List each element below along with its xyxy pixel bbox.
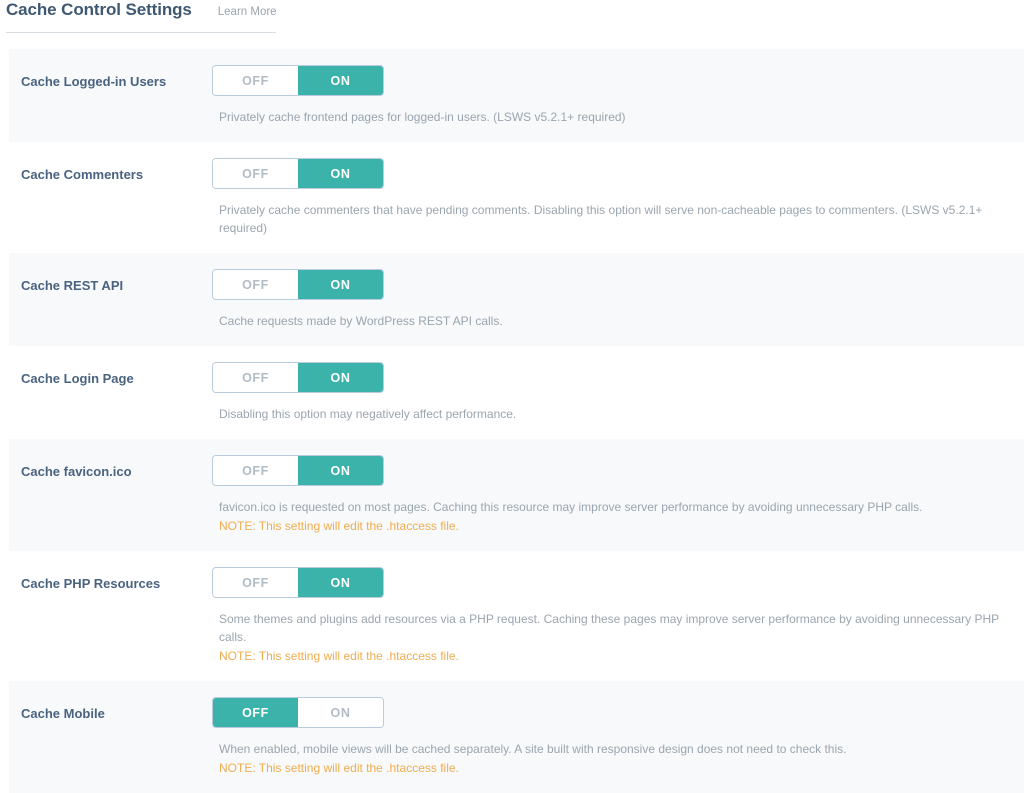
setting-description: When enabled, mobile views will be cache… [219,742,847,756]
toggle-option-off[interactable]: OFF [213,698,298,727]
setting-body: OFF ON Disabling this option may negativel… [213,363,1024,423]
settings-table: Cache Logged-in Users OFF ON Privately cach… [0,49,1024,793]
setting-body: OFF ON Privately cache frontend pages for … [213,66,1024,126]
setting-label: Cache REST API [21,278,124,293]
setting-description-block: Privately cache commenters that have pen… [213,201,1010,237]
setting-label: Cache PHP Resources [21,576,161,591]
setting-label: Cache Mobile [21,706,105,721]
toggle-option-on[interactable]: ON [298,270,383,299]
setting-description-block: Some themes and plugins add resources vi… [213,610,1010,665]
setting-toggle[interactable]: OFF ON [213,159,383,188]
setting-description: Disabling this option may negatively aff… [219,407,517,421]
setting-toggle[interactable]: OFF ON [213,270,383,299]
setting-body: OFF ON Cache requests made by WordPress RE… [213,270,1024,330]
setting-row: Cache Logged-in Users OFF ON Privately cach… [9,49,1024,142]
setting-body: OFF ON favicon.ico is requested on most pa… [213,456,1024,535]
setting-description: favicon.ico is requested on most pages. … [219,500,923,514]
setting-label: Cache Logged-in Users [21,74,167,89]
setting-toggle[interactable]: OFF ON [213,66,383,95]
toggle-option-off[interactable]: OFF [213,456,298,485]
toggle-option-on[interactable]: ON [298,698,383,727]
toggle-option-off[interactable]: OFF [213,568,298,597]
toggle-option-on[interactable]: ON [298,66,383,95]
setting-label: Cache Commenters [21,167,144,182]
toggle-option-off[interactable]: OFF [213,66,298,95]
setting-row: Cache Commenters OFF ON Privately cache com… [9,142,1024,253]
setting-body: OFF ON Privately cache commenters that hav… [213,159,1024,237]
setting-description-block: Cache requests made by WordPress REST AP… [213,312,1010,330]
toggle-option-on[interactable]: ON [298,456,383,485]
setting-htaccess-note: NOTE: This setting will edit the .htacce… [219,649,459,663]
setting-description-block: Privately cache frontend pages for logge… [213,108,1010,126]
setting-description: Some themes and plugins add resources vi… [219,612,999,644]
page-header-underline: Cache Control Settings Learn More [6,0,277,33]
setting-toggle[interactable]: OFF ON [213,363,383,392]
setting-description: Privately cache frontend pages for logge… [219,110,626,124]
toggle-option-off[interactable]: OFF [213,363,298,392]
setting-htaccess-note: NOTE: This setting will edit the .htacce… [219,761,459,775]
toggle-option-on[interactable]: ON [298,363,383,392]
setting-toggle[interactable]: OFF ON [213,698,383,727]
toggle-option-on[interactable]: ON [298,159,383,188]
setting-toggle[interactable]: OFF ON [213,456,383,485]
setting-row: Cache favicon.ico OFF ON favicon.ico is req… [9,439,1024,551]
setting-htaccess-note: NOTE: This setting will edit the .htacce… [219,519,459,533]
toggle-option-on[interactable]: ON [298,568,383,597]
setting-label: Cache favicon.ico [21,464,132,479]
setting-description-block: When enabled, mobile views will be cache… [213,740,1010,777]
setting-row: Cache PHP Resources OFF ON Some themes and … [9,551,1024,681]
setting-description-block: Disabling this option may negatively aff… [213,405,1010,423]
learn-more-link[interactable]: Learn More [218,6,277,18]
toggle-option-off[interactable]: OFF [213,270,298,299]
setting-description: Privately cache commenters that have pen… [219,203,983,235]
setting-row: Cache REST API OFF ON Cache requests made b… [9,253,1024,346]
setting-toggle[interactable]: OFF ON [213,568,383,597]
page-title: Cache Control Settings [6,0,192,19]
setting-row: Cache Login Page OFF ON Disabling this opti… [9,346,1024,439]
setting-label: Cache Login Page [21,371,134,386]
setting-description-block: favicon.ico is requested on most pages. … [213,498,1010,535]
setting-body: OFF ON Some themes and plugins add resourc… [213,568,1024,665]
page-header: Cache Control Settings Learn More [0,0,1024,40]
setting-description: Cache requests made by WordPress REST AP… [219,314,503,328]
setting-row: Cache Mobile OFF ON When enabled, mobile vi… [9,681,1024,793]
toggle-option-off[interactable]: OFF [213,159,298,188]
